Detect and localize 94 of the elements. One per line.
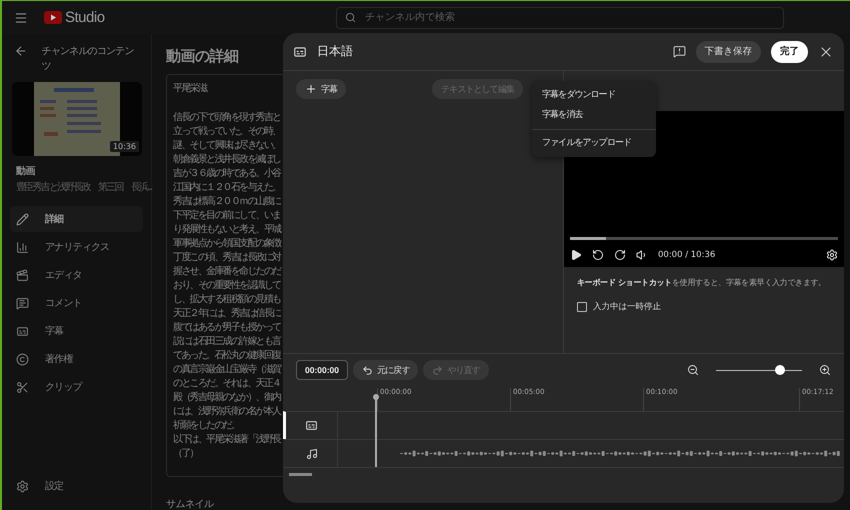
captions-icon bbox=[293, 44, 307, 58]
logo-icon[interactable] bbox=[44, 11, 62, 24]
description-line: 握させ、金庫番を命じたのだ bbox=[173, 265, 280, 279]
video-title: 豊臣秀吉と浅野長政 第三回 長浜... bbox=[16, 180, 151, 194]
nav-icon bbox=[16, 352, 29, 366]
nav-item[interactable]: クリップ bbox=[10, 374, 143, 400]
description-line: おり、その重要性を認識して bbox=[173, 279, 280, 293]
video-heading: 動画 bbox=[16, 164, 36, 178]
nav-icon bbox=[16, 212, 29, 226]
description-line: には、浅野弥兵衛の名が本人 bbox=[173, 405, 280, 419]
brand-name: Studio bbox=[65, 9, 105, 26]
slider-thumb[interactable] bbox=[774, 365, 785, 375]
description-line: （了） bbox=[173, 447, 198, 461]
time-display: 00:00 / 10:36 bbox=[658, 250, 716, 260]
nav-icon bbox=[16, 240, 29, 254]
nav-item[interactable]: アナリティクス bbox=[10, 234, 143, 260]
menu-icon[interactable] bbox=[14, 10, 28, 24]
zoom-out-icon[interactable] bbox=[687, 364, 699, 376]
nav-label: 詳細 bbox=[45, 212, 64, 226]
nav-item[interactable]: コメント bbox=[10, 290, 143, 316]
settings-icon[interactable] bbox=[826, 249, 838, 261]
rewind-icon[interactable] bbox=[592, 249, 604, 261]
description-line: 祈願をしたのだ。 bbox=[173, 419, 239, 433]
draft-button[interactable]: 下書き保存 bbox=[696, 40, 761, 62]
checkbox-label: 入力中は一時停止 bbox=[593, 301, 661, 313]
dialog-title: 日本語 bbox=[317, 43, 354, 60]
back-icon[interactable] bbox=[14, 44, 28, 58]
settings-icon bbox=[16, 480, 29, 492]
plus-icon bbox=[305, 83, 317, 95]
description-line: 謎、そして興味は尽きない。 bbox=[173, 139, 280, 153]
nav-item[interactable]: 詳細 bbox=[10, 206, 143, 232]
nav-label: コメント bbox=[45, 297, 82, 310]
back-link[interactable]: チャンネルのコンテンツ bbox=[42, 44, 139, 74]
nav-item[interactable]: 著作権 bbox=[10, 346, 143, 372]
search-field[interactable]: チャンネル内で検索 bbox=[336, 6, 784, 28]
description-line: 朝倉義景と浅井長政を滅ぼし bbox=[173, 153, 280, 167]
description-line: 軍事拠点から領国支配の象徴 bbox=[173, 237, 280, 251]
nav-icon bbox=[16, 324, 29, 338]
description-line: であった。石松丸の健康回復 bbox=[173, 349, 280, 363]
description-line: の真言宗巌金山宝厳寺（滋賀 bbox=[173, 363, 280, 377]
nav-item[interactable]: 字幕 bbox=[10, 318, 143, 344]
nav-icon bbox=[16, 380, 29, 394]
settings-label: 設定 bbox=[45, 480, 64, 493]
description-line: 以下は、平尾栄滋著「浅野長 bbox=[173, 433, 280, 447]
duration-badge: 10:36 bbox=[110, 141, 139, 152]
forward-icon[interactable] bbox=[614, 249, 626, 261]
settings-item[interactable]: 設定 bbox=[10, 473, 143, 499]
nav-icon bbox=[16, 296, 29, 310]
description-line: 下平定を目の前にして、いま bbox=[173, 209, 280, 223]
description-line: 腹ではあるが男子も授かって bbox=[173, 321, 280, 335]
nav-icon bbox=[16, 268, 29, 282]
description-line: 天正２年には、秀吉は信長に bbox=[173, 307, 280, 321]
description-line: 説には石田三成の許嫁とも言 bbox=[173, 335, 280, 349]
zoom-slider[interactable] bbox=[716, 365, 802, 375]
progress-bar[interactable] bbox=[570, 237, 838, 240]
page-title: 動画の詳細 bbox=[166, 47, 238, 66]
play-icon[interactable] bbox=[570, 249, 582, 261]
section-heading: サムネイル bbox=[166, 498, 214, 510]
description-line: り発展性もないと考え、平城 bbox=[173, 223, 280, 237]
shortcut-hint: キーボード ショートカットを使用すると、字幕を素早く入力できます。 bbox=[577, 277, 827, 288]
feedback-icon bbox=[672, 45, 686, 58]
redo-icon bbox=[432, 364, 444, 376]
description-line: 平尾栄滋 bbox=[173, 82, 206, 96]
nav-label: エディタ bbox=[45, 269, 82, 282]
zoom-in-icon[interactable] bbox=[819, 364, 831, 376]
description-line: 丁度この頃、秀吉は長政に対 bbox=[173, 251, 280, 265]
checkbox[interactable] bbox=[577, 302, 587, 312]
nav-label: アナリティクス bbox=[45, 241, 110, 254]
menu-item[interactable]: 字幕をダウンロード bbox=[532, 85, 656, 105]
add-caption-button[interactable]: 字幕 bbox=[296, 79, 346, 99]
nav-label: 字幕 bbox=[45, 324, 64, 338]
description-line: 江国内に１２０石を与えた。 bbox=[173, 181, 280, 195]
music-note-icon bbox=[306, 448, 318, 460]
nav-label: クリップ bbox=[45, 380, 82, 394]
done-button[interactable]: 完了 bbox=[771, 40, 808, 62]
scrollbar-thumb[interactable] bbox=[289, 473, 312, 476]
nav-item[interactable]: エディタ bbox=[10, 262, 143, 288]
description-line: 吉が３６歳の時である。小谷 bbox=[173, 167, 280, 181]
feedback-button[interactable] bbox=[672, 45, 686, 58]
description-line: 秀吉は標高２００ｍの山腹に bbox=[173, 195, 280, 209]
captions-icon bbox=[305, 419, 318, 432]
undo-icon bbox=[362, 364, 373, 376]
pause-checkbox[interactable]: 入力中は一時停止 bbox=[577, 301, 844, 313]
description-line: し、拡大する租税額の見積も bbox=[173, 293, 280, 307]
time-field[interactable]: 00:00:00 bbox=[296, 360, 348, 380]
description-line: のところだ。それは、天正４ bbox=[173, 377, 280, 391]
volume-icon[interactable] bbox=[636, 249, 648, 261]
description-line: 殿（秀吉母親のなか）、御内 bbox=[173, 391, 280, 405]
nav-label: 著作権 bbox=[45, 352, 73, 366]
description-line: 信長の下で頭角を現す秀吉と bbox=[173, 111, 280, 125]
timeline-track[interactable] bbox=[283, 411, 844, 439]
timeline-track[interactable] bbox=[283, 439, 844, 467]
undo-button[interactable]: 元に戻す bbox=[353, 360, 418, 380]
description-line: 立って戦っていた。その時、 bbox=[173, 125, 280, 139]
